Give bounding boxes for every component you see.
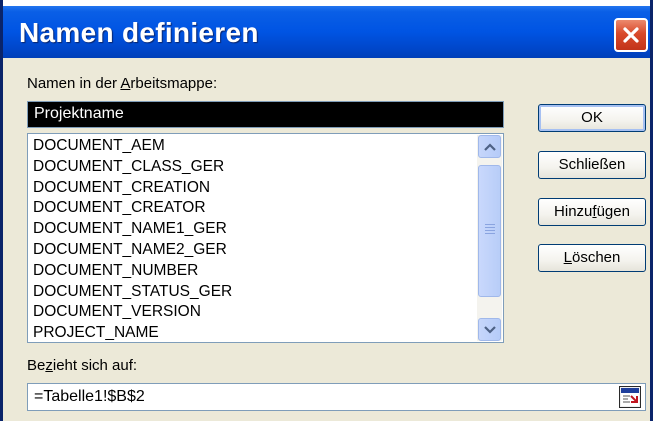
list-scrollbar[interactable] bbox=[477, 135, 502, 341]
names-label-post: rbeitsmappe: bbox=[130, 75, 218, 92]
names-label-pre: Namen in der bbox=[27, 75, 121, 92]
dialog-title: Namen definieren bbox=[19, 17, 259, 48]
names-label-mnemonic: A bbox=[120, 75, 131, 92]
list-item[interactable]: DOCUMENT_STATUS_GER bbox=[33, 282, 232, 303]
close-button[interactable] bbox=[614, 18, 648, 52]
names-listbox[interactable]: DOCUMENT_AEM DOCUMENT_CLASS_GER DOCUMENT… bbox=[27, 133, 504, 343]
refers-label-post: ieht sich auf: bbox=[52, 357, 138, 374]
add-button-post: ügen bbox=[596, 203, 630, 220]
refers-to-value: =Tabelle1!$B$2 bbox=[34, 388, 145, 405]
add-button[interactable]: Hinzufügen bbox=[538, 198, 646, 226]
ok-button[interactable]: OK bbox=[538, 104, 646, 132]
chevron-up-icon bbox=[483, 142, 496, 151]
list-item[interactable]: DOCUMENT_VERSION bbox=[33, 302, 232, 323]
name-input[interactable]: Projektname bbox=[27, 101, 504, 128]
refers-label-mnemonic: z bbox=[45, 357, 53, 374]
list-item[interactable]: PROJECT_NAME bbox=[33, 323, 232, 342]
names-in-workbook-label: Namen in der Arbeitsmappe: bbox=[27, 75, 217, 92]
title-bar[interactable]: Namen definieren bbox=[3, 0, 650, 58]
close-icon bbox=[623, 27, 639, 43]
title-bar-top-strip bbox=[3, 0, 650, 6]
list-item[interactable]: DOCUMENT_NAME2_GER bbox=[33, 240, 232, 261]
scroll-up-button[interactable] bbox=[478, 135, 501, 158]
range-select-icon bbox=[621, 388, 639, 406]
list-item[interactable]: DOCUMENT_NUMBER bbox=[33, 261, 232, 282]
list-item[interactable]: DOCUMENT_NAME1_GER bbox=[33, 219, 232, 240]
range-select-button[interactable] bbox=[619, 386, 641, 408]
refers-label-pre: Be bbox=[27, 357, 46, 374]
list-item[interactable]: DOCUMENT_CREATION bbox=[33, 178, 232, 199]
close-dialog-button[interactable]: Schließen bbox=[538, 151, 646, 179]
delete-button-post: öschen bbox=[571, 249, 621, 266]
chevron-down-icon bbox=[483, 325, 496, 334]
list-item[interactable]: DOCUMENT_CREATOR bbox=[33, 198, 232, 219]
delete-button-mnemonic: L bbox=[563, 249, 572, 266]
refers-to-input[interactable]: =Tabelle1!$B$2 bbox=[27, 383, 646, 411]
scroll-thumb[interactable] bbox=[478, 165, 501, 297]
delete-button[interactable]: Löschen bbox=[538, 244, 646, 272]
list-item[interactable]: DOCUMENT_CLASS_GER bbox=[33, 157, 232, 178]
refers-to-label: Bezieht sich auf: bbox=[27, 357, 137, 374]
names-list-items: DOCUMENT_AEM DOCUMENT_CLASS_GER DOCUMENT… bbox=[33, 136, 232, 342]
define-names-dialog: Namen definieren Namen in der Arbeitsmap… bbox=[0, 0, 653, 421]
scroll-down-button[interactable] bbox=[478, 318, 501, 341]
scroll-thumb-grip-icon bbox=[485, 224, 495, 236]
list-item[interactable]: DOCUMENT_AEM bbox=[33, 136, 232, 157]
add-button-pre: Hinzu bbox=[554, 203, 593, 220]
